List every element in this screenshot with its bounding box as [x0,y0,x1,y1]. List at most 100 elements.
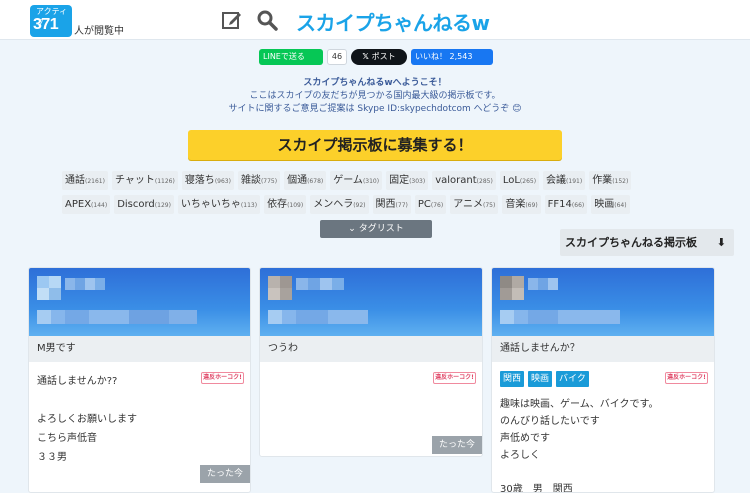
tag-item[interactable]: 映画(64) [591,195,630,214]
tag-count: (265) [519,178,537,185]
tag-count: (113) [240,202,258,209]
card-tag[interactable]: バイク [556,371,589,387]
tag-item[interactable]: LoL(265) [499,171,540,190]
tag-name: 関西 [375,199,396,210]
report-button[interactable]: 違反ホーコク! [433,372,476,384]
tag-count: (303) [409,178,426,185]
tag-item[interactable]: 関西(77) [372,195,411,214]
chevron-down-icon: ⌄ [348,224,359,234]
welcome-title: スカイプちゃんねるwへようこそ！ [303,78,447,88]
tag-item[interactable]: ゲーム(310) [330,171,383,190]
tag-name: 依存 [267,199,288,210]
tag-item[interactable]: 雑談(775) [237,171,281,190]
tag-item[interactable]: 作業(152) [589,171,632,190]
card-body: 趣味は映画、ゲーム、バイクです。 のんびり話したいです 声低めです よろしく 3… [500,396,659,492]
tag-name: 雑談 [240,175,261,186]
card-header [29,268,250,336]
blurred-username [65,278,105,290]
card-body-line: 声低めです [500,433,550,444]
tag-name: 作業 [592,175,613,186]
tag-count: (152) [612,178,629,185]
tag-item[interactable]: 依存(109) [264,195,307,214]
card-body-line [37,391,137,410]
tag-item[interactable]: チャット(1126) [111,171,178,190]
line-share-count: 46 [327,49,347,65]
tag-name: valorant [435,175,477,186]
tag-item[interactable]: Discord(129) [114,195,174,214]
board-link-label: スカイプちゃんねる掲示板 [565,236,697,249]
post-card[interactable]: つうわ 違反ホーコク! たった今 [259,267,483,457]
tag-item[interactable]: 固定(303) [386,171,429,190]
tag-name: LoL [502,175,520,186]
report-button[interactable]: 違反ホーコク! [665,372,708,384]
fb-like-button[interactable]: いいね！ 2,543 [411,49,493,65]
card-header [260,268,482,336]
card-body-line: よろしく [500,450,540,461]
report-button[interactable]: 違反ホーコク! [201,372,244,384]
active-count: 371 [33,16,59,33]
tag-item[interactable]: アニメ(75) [450,195,499,214]
board-link[interactable]: スカイプちゃんねる掲示板 ⬇ [560,229,734,256]
tag-name: 会議 [546,175,567,186]
card-body-line: 通話しませんか?? [37,376,118,387]
site-title[interactable]: スカイプちゃんねるw [296,7,490,36]
tag-name: 映画 [594,199,615,210]
tag-count: (77) [395,202,408,209]
blurred-username [528,278,558,290]
post-time: たった今 [200,465,250,483]
tag-item[interactable]: valorant(285) [432,171,496,190]
tag-item[interactable]: FF14(66) [544,195,588,214]
edit-icon[interactable] [221,9,243,31]
x-post-button[interactable]: 𝕏 ポスト [351,49,407,65]
recruit-button[interactable]: スカイプ掲示板に募集する！ [188,130,562,160]
blurred-username [296,278,344,290]
tag-item[interactable]: 寝落ち(963) [181,171,234,190]
arrow-down-icon: ⬇ [716,236,726,249]
tag-item[interactable]: APEX(144) [62,195,111,214]
active-users-logo: アクティブ 371 人が閲覧中 [30,5,124,37]
tag-name: チャット [114,175,155,186]
tag-count: (310) [362,178,380,185]
tag-name: ゲーム [333,175,363,186]
card-body-line: よろしくお願いします [37,414,137,425]
welcome-contact: サイトに関するご意見ご提案は Skype ID:skypechdotcom へど… [228,104,522,114]
tag-item[interactable]: メンヘラ(92) [310,195,369,214]
tag-item[interactable]: 通話(2161) [62,171,108,190]
card-title: 通話しませんか？ [492,336,714,362]
card-tag[interactable]: 映画 [528,371,553,387]
tag-item[interactable]: 音楽(69) [502,195,541,214]
tag-name: 通話 [65,175,85,186]
card-body-line [500,464,659,481]
avatar [268,276,292,300]
tag-count: (75) [483,202,496,209]
tag-count: (64) [614,202,627,209]
tag-item[interactable]: 個通(678) [284,171,327,190]
tag-name: 音楽 [505,199,526,210]
tag-count: (76) [430,202,444,209]
card-tag[interactable]: 関西 [500,371,525,387]
welcome-description: ここはスカイプの友だちが見つかる国内最大級の掲示板です。 [249,91,501,101]
tag-count: (2161) [85,178,105,185]
card-body-line: ３３男 [37,452,67,463]
tag-item[interactable]: 会議(191) [543,171,586,190]
post-card[interactable]: 通話しませんか？ 違反ホーコク! 関西 映画 バイク 趣味は映画、ゲーム、バイク… [491,267,715,493]
tag-item[interactable]: いちゃいちゃ(113) [177,195,261,214]
taglist-button[interactable]: ⌄ タグリスト [320,220,432,238]
site-header: アクティブ 371 人が閲覧中 スカイプちゃんねるw [0,0,750,40]
post-card[interactable]: M男です 違反ホーコク! 通話しませんか?? よろしくお願いします こちら声低音… [28,267,251,493]
tag-item[interactable]: PC(76) [414,195,447,214]
search-icon[interactable] [256,9,278,31]
blurred-skype-id [37,310,197,324]
tag-row-2: APEX(144) Discord(129) いちゃいちゃ(113) 依存(10… [62,195,630,214]
tag-count: (66) [571,202,585,209]
tag-count: (191) [566,178,583,185]
tag-count: (775) [260,178,278,185]
tag-name: メンヘラ [313,199,354,210]
card-title: M男です [29,336,250,362]
x-logo-icon: 𝕏 [362,52,372,61]
tag-count: (109) [287,202,304,209]
line-share-button[interactable]: LINEで送る [259,49,323,65]
card-body-line: こちら声低音 [37,433,97,444]
card-body-line: のんびり話したいです [500,416,600,427]
tag-count: (678) [307,178,324,185]
